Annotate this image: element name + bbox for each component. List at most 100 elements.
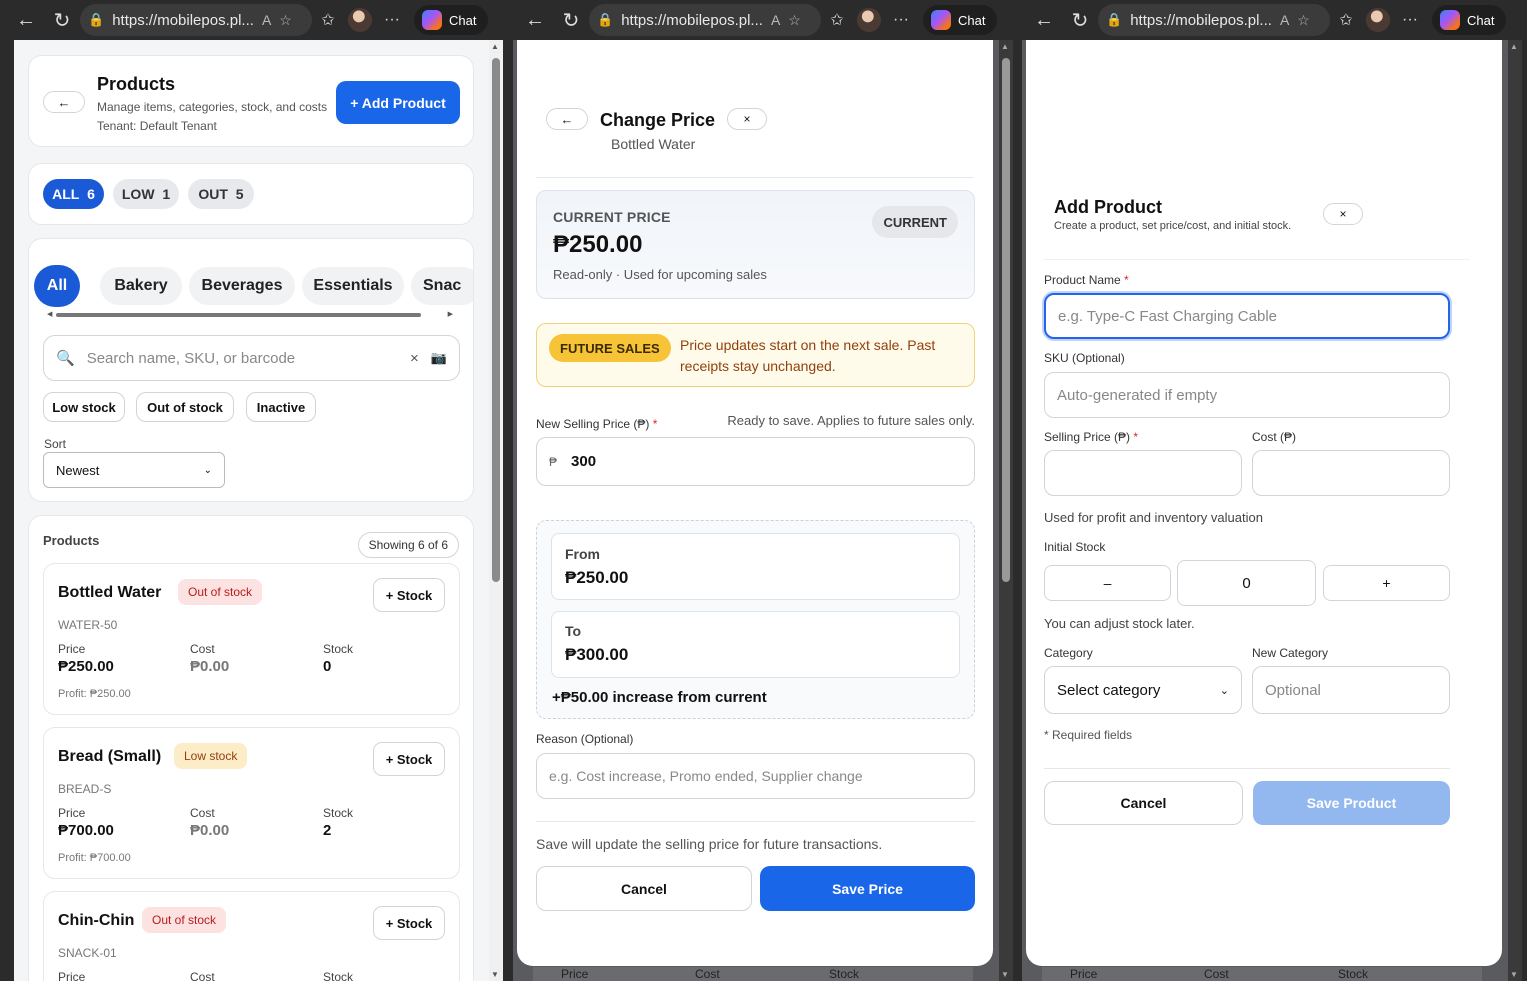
future-sales-notice: FUTURE SALES Price updates start on the … bbox=[536, 323, 975, 387]
cancel-button[interactable]: Cancel bbox=[1044, 781, 1243, 825]
new-price-value: 300 bbox=[571, 453, 597, 470]
category-snacks[interactable]: Snac bbox=[411, 267, 473, 305]
save-price-button[interactable]: Save Price bbox=[760, 866, 975, 911]
address-bar[interactable]: 🔒 https://mobilepos.pl... A ☆ bbox=[80, 4, 312, 36]
category-select[interactable]: Select category ⌄ bbox=[1044, 666, 1242, 714]
avatar[interactable] bbox=[857, 8, 881, 32]
stock-decrement-button[interactable]: – bbox=[1044, 565, 1171, 601]
initial-stock-input[interactable]: 0 bbox=[1177, 560, 1316, 606]
products-list-card: Products Showing 6 of 6 Bottled Water Ou… bbox=[28, 515, 474, 981]
page-subtitle: Manage items, categories, stock, and cos… bbox=[97, 100, 328, 114]
product-card[interactable]: Bread (Small) Low stock + Stock BREAD-S … bbox=[43, 727, 460, 879]
add-stock-button[interactable]: + Stock bbox=[373, 742, 445, 776]
quick-filter-low-stock[interactable]: Low stock bbox=[43, 392, 125, 422]
category-beverages[interactable]: Beverages bbox=[189, 267, 295, 305]
read-aloud-icon[interactable]: A bbox=[1280, 12, 1289, 28]
save-product-button[interactable]: Save Product bbox=[1253, 781, 1450, 825]
stock-label: Stock bbox=[323, 970, 354, 981]
from-value: ₱250.00 bbox=[565, 568, 629, 587]
category-scrollbar[interactable]: ◀ ▶ bbox=[47, 311, 453, 318]
page-scrollbar[interactable]: ▲ ▼ bbox=[489, 40, 503, 981]
filter-card: ALL 6 LOW 1 OUT 5 bbox=[28, 163, 474, 225]
product-card[interactable]: Chin-Chin Out of stock + Stock SNACK-01 … bbox=[43, 891, 460, 981]
reason-input[interactable]: e.g. Cost increase, Promo ended, Supplie… bbox=[536, 753, 975, 799]
chat-button[interactable]: Chat bbox=[923, 5, 998, 35]
favorite-star-icon[interactable]: ☆ bbox=[1297, 12, 1310, 29]
product-sku: WATER-50 bbox=[58, 618, 118, 632]
more-menu-icon[interactable]: ··· bbox=[885, 11, 917, 29]
add-product-modal: Add Product Create a product, set price/… bbox=[1026, 40, 1502, 966]
product-name-input[interactable]: e.g. Type-C Fast Charging Cable bbox=[1044, 293, 1450, 339]
selling-price-input[interactable] bbox=[1044, 450, 1242, 496]
product-name-placeholder: e.g. Type-C Fast Charging Cable bbox=[1058, 307, 1278, 325]
new-category-input[interactable]: Optional bbox=[1252, 666, 1450, 714]
sku-placeholder: Auto-generated if empty bbox=[1057, 386, 1218, 404]
clear-search-icon[interactable]: × bbox=[410, 350, 419, 367]
read-aloud-icon[interactable]: A bbox=[262, 12, 271, 28]
copilot-icon bbox=[931, 10, 951, 30]
close-button[interactable]: × bbox=[727, 108, 767, 130]
more-menu-icon[interactable]: ··· bbox=[1394, 11, 1426, 29]
cost-input[interactable] bbox=[1252, 450, 1450, 496]
close-button[interactable]: × bbox=[1323, 203, 1363, 225]
avatar[interactable] bbox=[348, 8, 372, 32]
favorites-icon[interactable]: ✩ bbox=[312, 10, 344, 30]
camera-scan-icon[interactable]: 📷 bbox=[431, 350, 447, 366]
status-badge: Out of stock bbox=[178, 579, 263, 605]
cost-label: Cost (₱) bbox=[1252, 430, 1297, 444]
product-price: ₱250.00 bbox=[58, 658, 114, 675]
price-delta: +₱50.00 increase from current bbox=[552, 689, 767, 706]
back-nav-icon[interactable]: ← bbox=[8, 4, 44, 36]
chat-button[interactable]: Chat bbox=[1432, 5, 1507, 35]
browser-window-add-product: ← ↻ 🔒 https://mobilepos.pl... A ☆ ✩ ··· … bbox=[1018, 0, 1527, 981]
stock-increment-button[interactable]: + bbox=[1323, 565, 1450, 601]
address-bar[interactable]: 🔒 https://mobilepos.pl... A ☆ bbox=[1098, 4, 1330, 36]
address-bar[interactable]: 🔒 https://mobilepos.pl... A ☆ bbox=[589, 4, 821, 36]
back-nav-icon[interactable]: ← bbox=[517, 4, 553, 36]
page-scrollbar[interactable]: ▲ ▼ bbox=[1508, 40, 1522, 981]
search-input[interactable]: 🔍 Search name, SKU, or barcode × 📷 bbox=[43, 335, 460, 381]
back-button[interactable]: ← bbox=[546, 108, 588, 130]
filter-low[interactable]: LOW 1 bbox=[113, 179, 179, 209]
avatar[interactable] bbox=[1366, 8, 1390, 32]
read-aloud-icon[interactable]: A bbox=[771, 12, 780, 28]
quick-filter-out-of-stock[interactable]: Out of stock bbox=[136, 392, 234, 422]
favorites-icon[interactable]: ✩ bbox=[821, 10, 853, 30]
add-stock-button[interactable]: + Stock bbox=[373, 906, 445, 940]
product-name: Bread (Small) bbox=[58, 748, 162, 765]
category-all[interactable]: All bbox=[34, 265, 80, 307]
from-label: From bbox=[565, 546, 600, 562]
current-tag: CURRENT bbox=[872, 206, 958, 238]
favorite-star-icon[interactable]: ☆ bbox=[279, 12, 292, 29]
reload-icon[interactable]: ↻ bbox=[553, 4, 589, 36]
product-sku: BREAD-S bbox=[58, 782, 112, 796]
add-stock-button[interactable]: + Stock bbox=[373, 578, 445, 612]
reason-placeholder: e.g. Cost increase, Promo ended, Supplie… bbox=[549, 768, 863, 784]
add-product-button[interactable]: + Add Product bbox=[336, 81, 460, 124]
lock-icon: 🔒 bbox=[88, 12, 105, 27]
reload-icon[interactable]: ↻ bbox=[44, 4, 80, 36]
sort-select[interactable]: Newest ⌄ bbox=[43, 452, 225, 488]
back-nav-icon[interactable]: ← bbox=[1026, 4, 1062, 36]
page-scrollbar[interactable]: ▲ ▼ bbox=[999, 40, 1013, 981]
divider bbox=[1044, 259, 1470, 260]
quick-filter-inactive[interactable]: Inactive bbox=[246, 392, 316, 422]
back-button[interactable]: ← bbox=[43, 91, 85, 113]
price-change-summary: From ₱250.00 To ₱300.00 +₱50.00 increase… bbox=[536, 520, 975, 719]
filter-all[interactable]: ALL 6 bbox=[43, 179, 104, 209]
sku-input[interactable]: Auto-generated if empty bbox=[1044, 372, 1450, 418]
category-bakery[interactable]: Bakery bbox=[100, 267, 182, 305]
new-price-label: New Selling Price (₱) * bbox=[536, 417, 658, 431]
more-menu-icon[interactable]: ··· bbox=[376, 11, 408, 29]
reload-icon[interactable]: ↻ bbox=[1062, 4, 1098, 36]
favorite-star-icon[interactable]: ☆ bbox=[788, 12, 801, 29]
cancel-button[interactable]: Cancel bbox=[536, 866, 752, 911]
category-essentials[interactable]: Essentials bbox=[302, 267, 404, 305]
browser-toolbar: ← ↻ 🔒 https://mobilepos.pl... A ☆ ✩ ··· … bbox=[0, 0, 509, 40]
new-price-input[interactable]: ₱ 300 bbox=[536, 437, 975, 486]
favorites-icon[interactable]: ✩ bbox=[1330, 10, 1362, 30]
behind-columns: Price Cost Stock bbox=[533, 967, 973, 981]
product-card[interactable]: Bottled Water Out of stock + Stock WATER… bbox=[43, 563, 460, 715]
chat-button[interactable]: Chat bbox=[414, 5, 489, 35]
filter-out[interactable]: OUT 5 bbox=[188, 179, 254, 209]
